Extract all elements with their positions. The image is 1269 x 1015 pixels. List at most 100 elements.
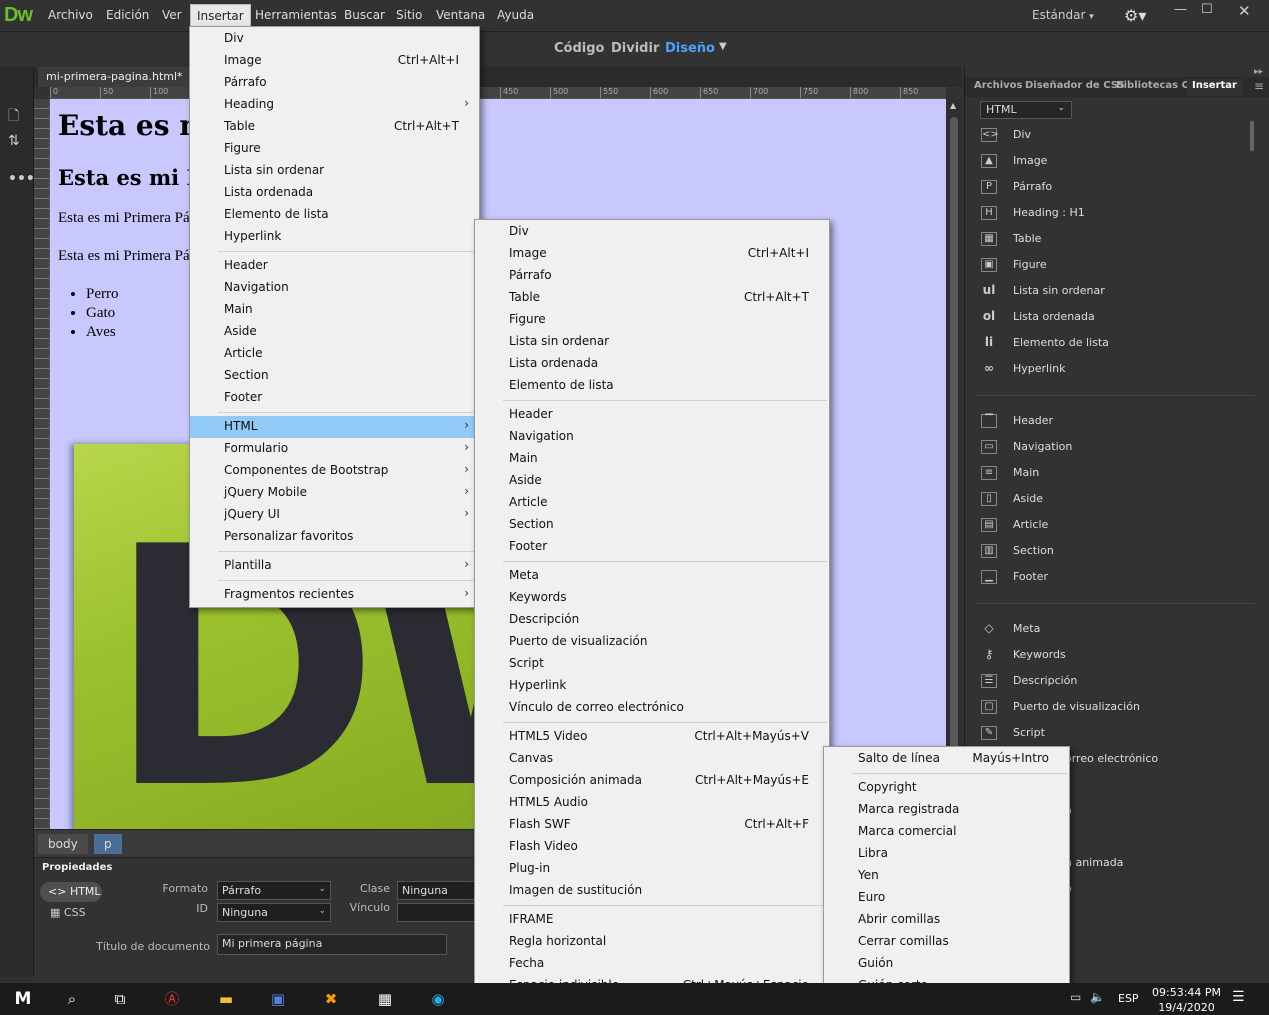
more-icon[interactable]: •••: [8, 171, 35, 187]
insert-menu-item-jquery-mobile[interactable]: jQuery Mobile ›: [190, 482, 479, 504]
insert-menu-item-heading[interactable]: Heading ›: [190, 94, 479, 116]
html-menu-item-canvas[interactable]: Canvas: [475, 748, 829, 770]
tools-icon[interactable]: ✖: [319, 987, 343, 1011]
insert-script[interactable]: ✎ Script: [981, 726, 1045, 744]
insert-menu-item-jquery-ui[interactable]: jQuery UI ›: [190, 504, 479, 526]
html-menu-item-header[interactable]: Header: [475, 404, 829, 426]
calculator-icon[interactable]: ▦: [373, 987, 397, 1011]
scrollbar-thumb[interactable]: [950, 117, 958, 807]
language-indicator[interactable]: ESP: [1118, 992, 1139, 1005]
canvas-scrollbar[interactable]: ▲: [946, 99, 962, 829]
app-red-icon[interactable]: Ⓐ: [160, 987, 184, 1011]
clase-select[interactable]: Ninguna: [397, 881, 475, 900]
volume-icon[interactable]: 🔈: [1090, 990, 1105, 1004]
menu-sitio[interactable]: Sitio: [396, 8, 422, 22]
insert-menu-item-section[interactable]: Section: [190, 365, 479, 387]
html-menu-item-lista-ordenada[interactable]: Lista ordenada: [475, 353, 829, 375]
insert-menu-item-hyperlink[interactable]: Hyperlink: [190, 226, 479, 248]
start-icon[interactable]: M: [6, 987, 40, 1011]
insert-main[interactable]: ≡ Main: [981, 466, 1039, 484]
task-view-icon[interactable]: ⧉: [108, 987, 132, 1011]
html-menu-item-iframe[interactable]: IFRAME: [475, 909, 829, 931]
insert-menu-item-lista-sin-ordenar[interactable]: Lista sin ordenar: [190, 160, 479, 182]
menu-edicion[interactable]: Edición: [106, 8, 149, 22]
insert-animated-composition-partial[interactable]: n animada: [1065, 856, 1123, 874]
menu-ayuda[interactable]: Ayuda: [497, 8, 534, 22]
insert-menu-item-personalizar-favoritos[interactable]: Personalizar favoritos: [190, 526, 479, 548]
tag-p[interactable]: p: [94, 834, 122, 854]
view-code-button[interactable]: Código: [554, 41, 604, 56]
insert-description[interactable]: ☰ Descripción: [981, 674, 1077, 692]
insert-menu-item-html[interactable]: HTML ›: [190, 416, 479, 438]
clock[interactable]: 09:53:44 PM 19/4/2020: [1152, 985, 1221, 1015]
html-menu-item-html5-audio[interactable]: HTML5 Audio: [475, 792, 829, 814]
formato-select[interactable]: Párrafo ⌄: [217, 881, 331, 900]
html-menu-item-plug-in[interactable]: Plug-in: [475, 858, 829, 880]
html-menu-item-navigation[interactable]: Navigation: [475, 426, 829, 448]
html-menu-item-meta[interactable]: Meta: [475, 565, 829, 587]
char-menu-item-euro[interactable]: Euro: [824, 887, 1069, 909]
menu-insertar[interactable]: Insertar: [190, 4, 251, 28]
page-list[interactable]: Perro Gato Aves: [86, 286, 119, 343]
html-menu-item-figure[interactable]: Figure: [475, 309, 829, 331]
html-menu-item-elemento-de-lista[interactable]: Elemento de lista: [475, 375, 829, 397]
collapse-panel-icon[interactable]: ▸▸: [1254, 67, 1263, 77]
menu-buscar[interactable]: Buscar: [344, 8, 385, 22]
insert-menu-item-fragmentos-recientes[interactable]: Fragmentos recientes ›: [190, 584, 479, 606]
tab-css-designer[interactable]: Diseñador de CSS: [1025, 80, 1125, 91]
html-menu-item-section[interactable]: Section: [475, 514, 829, 536]
insert-ol[interactable]: ol Lista ordenada: [981, 310, 1095, 328]
char-menu-item-abrir-comillas[interactable]: Abrir comillas: [824, 909, 1069, 931]
html-menu-item-vinculo-de-correo-electronico[interactable]: Vínculo de correo electrónico: [475, 697, 829, 719]
insert-menu-item-div[interactable]: Div: [190, 28, 479, 50]
char-menu-item-guion[interactable]: Guión: [824, 953, 1069, 975]
insert-menu-item-formulario[interactable]: Formulario ›: [190, 438, 479, 460]
menu-ventana[interactable]: Ventana: [436, 8, 485, 22]
document-tab[interactable]: mi-primera-pagina.html*✕: [38, 67, 206, 87]
scroll-up-icon[interactable]: ▲: [950, 101, 956, 110]
insert-menu-item-aside[interactable]: Aside: [190, 321, 479, 343]
html-menu-item-descripcion[interactable]: Descripción: [475, 609, 829, 631]
tab-insertar[interactable]: Insertar: [1187, 79, 1242, 96]
close-icon[interactable]: ✕: [1238, 2, 1251, 20]
search-icon[interactable]: ⌕: [60, 987, 84, 1011]
insert-hyperlink[interactable]: ∞ Hyperlink: [981, 362, 1066, 380]
html-menu-item-composicion-animada[interactable]: Composición animada Ctrl+Alt+Mayús+E: [475, 770, 829, 792]
vinculo-input[interactable]: [397, 903, 475, 922]
insert-div[interactable]: <> Div: [981, 128, 1031, 146]
insert-heading[interactable]: H Heading : H1: [981, 206, 1085, 224]
view-split-button[interactable]: Dividir: [611, 41, 659, 56]
html-menu-item-table[interactable]: Table Ctrl+Alt+T: [475, 287, 829, 309]
char-menu-item-copyright[interactable]: Copyright: [824, 777, 1069, 799]
insert-menu-item-figure[interactable]: Figure: [190, 138, 479, 160]
html-menu-item-article[interactable]: Article: [475, 492, 829, 514]
html-menu-item-flash-video[interactable]: Flash Video: [475, 836, 829, 858]
html-menu-item-html5-video[interactable]: HTML5 Video Ctrl+Alt+Mayús+V: [475, 726, 829, 748]
file-explorer-icon[interactable]: ▬: [214, 987, 238, 1011]
insert-viewport[interactable]: ▢ Puerto de visualización: [981, 700, 1140, 718]
char-menu-item-libra[interactable]: Libra: [824, 843, 1069, 865]
page-paragraph[interactable]: Esta es mi Primera Pá: [58, 210, 190, 227]
char-menu-item-salto-de-linea[interactable]: Salto de línea Mayús+Intro: [824, 748, 1069, 770]
titulo-input[interactable]: Mi primera página: [217, 934, 447, 955]
char-menu-item-yen[interactable]: Yen: [824, 865, 1069, 887]
tag-body[interactable]: body: [38, 834, 88, 854]
menu-archivo[interactable]: Archivo: [48, 8, 93, 22]
view-design-button[interactable]: Diseño: [665, 41, 715, 56]
open-documents-icon[interactable]: 🗋: [8, 105, 19, 129]
maximize-icon[interactable]: ☐: [1201, 2, 1213, 17]
html-menu-item-puerto-de-visualizacion[interactable]: Puerto de visualización: [475, 631, 829, 653]
menu-ver[interactable]: Ver: [162, 8, 182, 22]
chevron-down-icon[interactable]: ▼: [719, 41, 727, 52]
list-item[interactable]: Gato: [86, 305, 119, 324]
insert-navigation[interactable]: ▭ Navigation: [981, 440, 1072, 458]
insert-menu-item-article[interactable]: Article: [190, 343, 479, 365]
char-menu-item-marca-comercial[interactable]: Marca comercial: [824, 821, 1069, 843]
insert-ul[interactable]: ul Lista sin ordenar: [981, 284, 1105, 302]
id-select[interactable]: Ninguna ⌄: [217, 903, 331, 922]
html-menu-item-footer[interactable]: Footer: [475, 536, 829, 558]
scrollbar-thumb[interactable]: [1250, 121, 1254, 151]
list-item[interactable]: Aves: [86, 324, 119, 343]
minimize-icon[interactable]: —: [1174, 2, 1187, 17]
insert-menu-item-main[interactable]: Main: [190, 299, 479, 321]
